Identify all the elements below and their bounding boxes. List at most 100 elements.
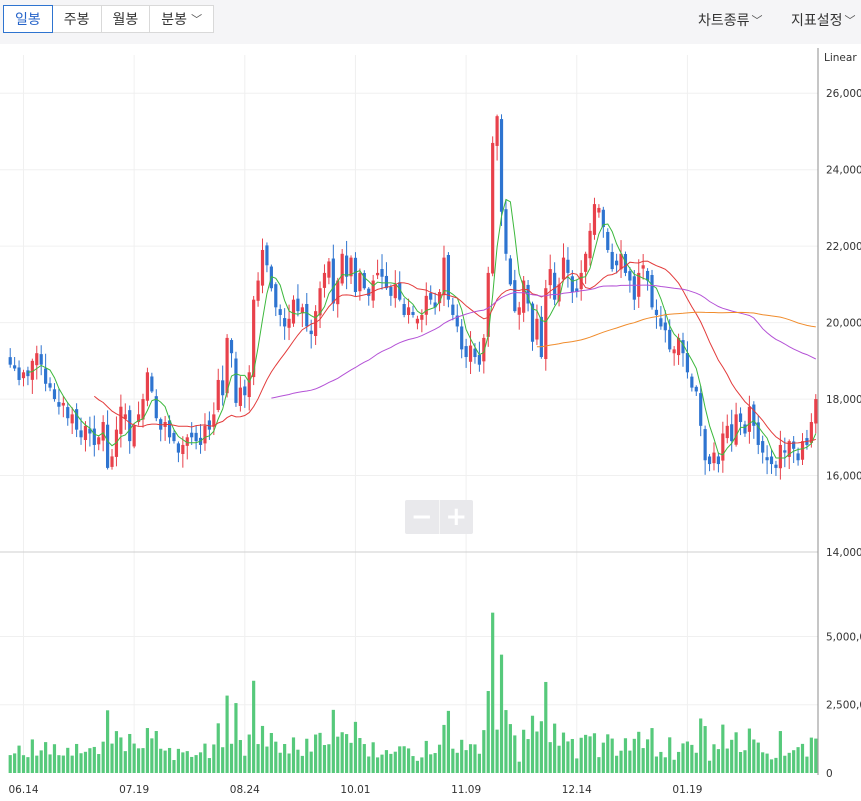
volume-bar	[318, 732, 322, 773]
candle-body	[190, 432, 194, 438]
candle-body	[761, 441, 765, 453]
candle-body	[508, 258, 512, 285]
volume-bar	[61, 755, 65, 773]
candle-body	[110, 456, 114, 467]
candle-body	[668, 329, 672, 350]
volume-bar	[553, 723, 557, 773]
candle-body	[420, 314, 424, 320]
zoom-control: − +	[405, 500, 473, 534]
volume-bar	[415, 760, 420, 773]
candle-body	[584, 253, 588, 272]
volume-bar	[30, 739, 34, 773]
volume-bar	[517, 761, 521, 773]
candle-body	[628, 271, 632, 281]
candle-body	[61, 402, 65, 406]
candle-body	[207, 420, 211, 430]
volume-bar	[570, 738, 574, 773]
candle-body	[128, 410, 132, 442]
plus-icon: +	[445, 502, 468, 532]
candle-body	[35, 353, 39, 366]
candle-body	[504, 209, 508, 254]
volume-bar	[44, 742, 48, 773]
volume-bar	[384, 750, 389, 773]
volume-bar	[615, 755, 619, 773]
volume-bar	[13, 753, 17, 773]
candle-body	[172, 432, 176, 442]
volume-bar	[398, 746, 402, 773]
candle-body	[513, 280, 517, 312]
volume-bar	[389, 753, 393, 773]
volume-bar	[792, 750, 796, 773]
candle-body	[734, 414, 738, 445]
candle-body	[234, 358, 238, 403]
volume-bar	[442, 724, 446, 773]
volume-bar	[393, 751, 397, 773]
volume-bar	[278, 752, 282, 773]
candle-body	[468, 345, 473, 362]
candle-body	[358, 272, 362, 292]
volume-bar	[101, 741, 105, 773]
candle-body	[814, 399, 818, 424]
volume-bar	[721, 724, 725, 773]
candle-body	[229, 340, 234, 354]
candle-body	[517, 307, 521, 315]
volume-bar	[437, 744, 442, 773]
volume-bar	[207, 758, 211, 773]
volume-bar	[495, 729, 499, 773]
volume-bar	[256, 744, 260, 773]
volume-bar	[8, 755, 12, 773]
candle-body	[411, 312, 415, 315]
volume-bar	[619, 750, 623, 773]
volume-bar	[358, 738, 362, 773]
volume-bar	[181, 752, 185, 773]
candle-body	[283, 318, 287, 327]
volume-bar	[190, 756, 194, 773]
candle-body	[548, 269, 552, 286]
volume-bar	[48, 754, 52, 773]
x-tick-label: 12.14	[562, 784, 592, 796]
volume-bar	[274, 741, 278, 773]
volume-bar	[601, 742, 605, 773]
tab-daily[interactable]: 일봉	[3, 5, 53, 33]
volume-bar	[141, 748, 145, 773]
volume-bar	[424, 740, 428, 773]
volume-bar	[734, 732, 738, 773]
volume-bar	[52, 744, 57, 773]
zoom-out-button[interactable]: −	[405, 500, 440, 534]
volume-bar	[252, 680, 256, 773]
volume-bar	[265, 746, 269, 773]
volume-bar	[314, 734, 318, 773]
candle-body	[429, 293, 433, 300]
candle-body	[26, 370, 30, 377]
volume-bar	[411, 756, 415, 773]
volume-bar	[544, 681, 548, 773]
candle-body	[491, 142, 495, 274]
candle-body	[13, 365, 17, 369]
zoom-in-button[interactable]: +	[440, 500, 474, 534]
volume-bar	[579, 737, 583, 773]
candle-body	[83, 425, 88, 441]
volume-bar	[136, 748, 141, 773]
minus-icon: −	[410, 502, 433, 532]
volume-bar	[327, 744, 331, 773]
volume-bar	[694, 752, 698, 773]
candle-body	[21, 372, 26, 379]
volume-bar	[508, 724, 512, 773]
volume-bar	[703, 726, 707, 773]
candle-body	[176, 443, 181, 453]
volume-bar	[814, 738, 818, 773]
volume-bar	[645, 739, 650, 773]
stock-chart[interactable]: 26,000 24,000 22,000 20,000 18,000 16,000 14,0…	[0, 0, 861, 801]
candle-body	[101, 422, 105, 441]
volume-bar	[371, 742, 375, 773]
volume-bar	[730, 739, 734, 773]
candle-body	[336, 280, 340, 305]
volume-bar	[128, 733, 132, 773]
volume-bar	[743, 750, 747, 773]
candle-body	[367, 288, 371, 296]
candle-body	[221, 380, 225, 396]
candle-body	[238, 387, 242, 406]
volume-bar	[322, 745, 327, 773]
candle-body	[544, 288, 548, 360]
volume-bar	[110, 743, 114, 773]
